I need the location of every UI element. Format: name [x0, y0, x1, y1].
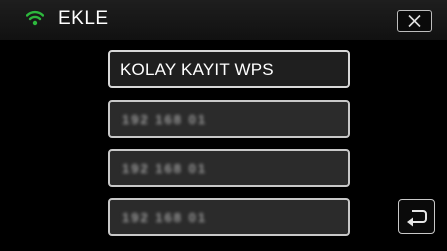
screen: EKLE KOLAY KAYIT WPS 192 168 01 192 168 … [0, 0, 447, 251]
wifi-icon [25, 10, 45, 26]
close-button[interactable] [397, 10, 432, 32]
obscured-label: 192 168 01 [122, 210, 208, 225]
back-button[interactable] [398, 199, 435, 234]
list-item-kolay-kayit-wps[interactable]: KOLAY KAYIT WPS [108, 50, 350, 88]
obscured-label: 192 168 01 [122, 112, 208, 127]
list-item-network-1[interactable]: 192 168 01 [108, 100, 350, 138]
obscured-label: 192 168 01 [122, 161, 208, 176]
list-item-network-3[interactable]: 192 168 01 [108, 198, 350, 236]
header-bar: EKLE [0, 0, 447, 40]
close-icon [408, 14, 421, 28]
list-item-network-2[interactable]: 192 168 01 [108, 149, 350, 187]
list-item-label: KOLAY KAYIT WPS [120, 60, 274, 79]
page-title: EKLE [58, 8, 109, 29]
return-arrow-icon [407, 210, 427, 227]
